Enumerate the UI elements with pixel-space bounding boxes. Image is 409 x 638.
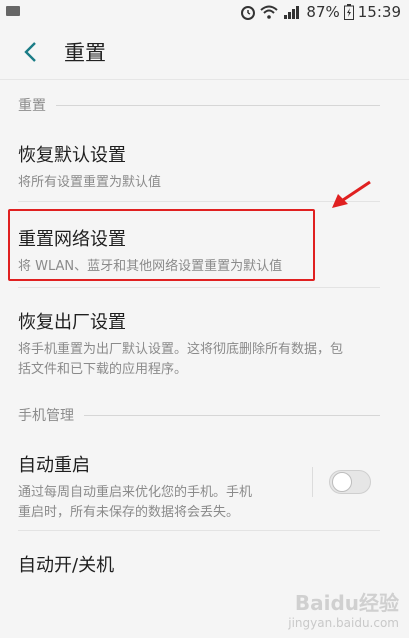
divider	[18, 201, 380, 202]
section-divider	[84, 414, 380, 416]
watermark: Baidu经验 jingyan.baidu.com	[288, 587, 399, 630]
arrow-annotation-icon	[332, 180, 371, 208]
page-title: 重置	[64, 40, 106, 65]
section-divider	[56, 104, 380, 106]
chevron-left-icon	[24, 41, 36, 62]
clock: 15:39	[357, 3, 401, 21]
item-subtitle-line: 将手机重置为出厂默认设置。这将彻底删除所有数据，包	[18, 342, 344, 357]
auto-restart-toggle[interactable]	[329, 470, 371, 494]
item-subtitle: 将手机重置为出厂默认设置。这将彻底删除所有数据，包 括文件和已下载的应用程序。	[18, 340, 391, 380]
status-left	[6, 6, 20, 18]
notification-icon	[6, 6, 20, 16]
status-right: 87% 15:39	[240, 3, 401, 21]
item-subtitle: 将 WLAN、蓝牙和其他网络设置重置为默认值	[18, 259, 283, 274]
auto-restart-toggle-wrap	[312, 466, 371, 498]
section-header-phone-management: 手机管理	[18, 405, 380, 425]
toggle-separator	[312, 467, 313, 497]
signal-icon	[284, 6, 300, 19]
item-subtitle-line: 括文件和已下载的应用程序。	[18, 362, 188, 377]
back-button[interactable]	[10, 32, 50, 72]
section-header-label: 手机管理	[18, 408, 74, 424]
battery-percent: 87%	[306, 3, 340, 21]
section-header-reset: 重置	[18, 95, 380, 115]
alarm-icon	[241, 6, 256, 20]
battery-icon	[343, 4, 354, 20]
item-title: 恢复默认设置	[18, 145, 126, 166]
item-title: 恢复出厂设置	[18, 312, 126, 333]
list-item-auto-power[interactable]: 自动开/关机	[0, 551, 409, 577]
list-item-factory-reset[interactable]: 恢复出厂设置 将手机重置为出厂默认设置。这将彻底删除所有数据，包 括文件和已下载…	[0, 308, 409, 380]
section-header-label: 重置	[18, 98, 46, 114]
list-item-reset-network[interactable]: 重置网络设置 将 WLAN、蓝牙和其他网络设置重置为默认值	[0, 225, 409, 277]
item-subtitle-line: 重启时，所有未保存的数据将会丢失。	[18, 505, 240, 520]
app-bar: 重置	[0, 24, 409, 80]
divider	[18, 287, 380, 288]
item-title: 重置网络设置	[18, 229, 126, 250]
toggle-knob	[332, 472, 352, 492]
status-bar: 87% 15:39	[0, 0, 409, 24]
wifi-icon	[260, 5, 279, 19]
watermark-brand: Baidu经验	[294, 591, 399, 615]
watermark-url: jingyan.baidu.com	[288, 616, 399, 630]
item-title: 自动开/关机	[18, 555, 115, 576]
divider	[18, 530, 380, 531]
